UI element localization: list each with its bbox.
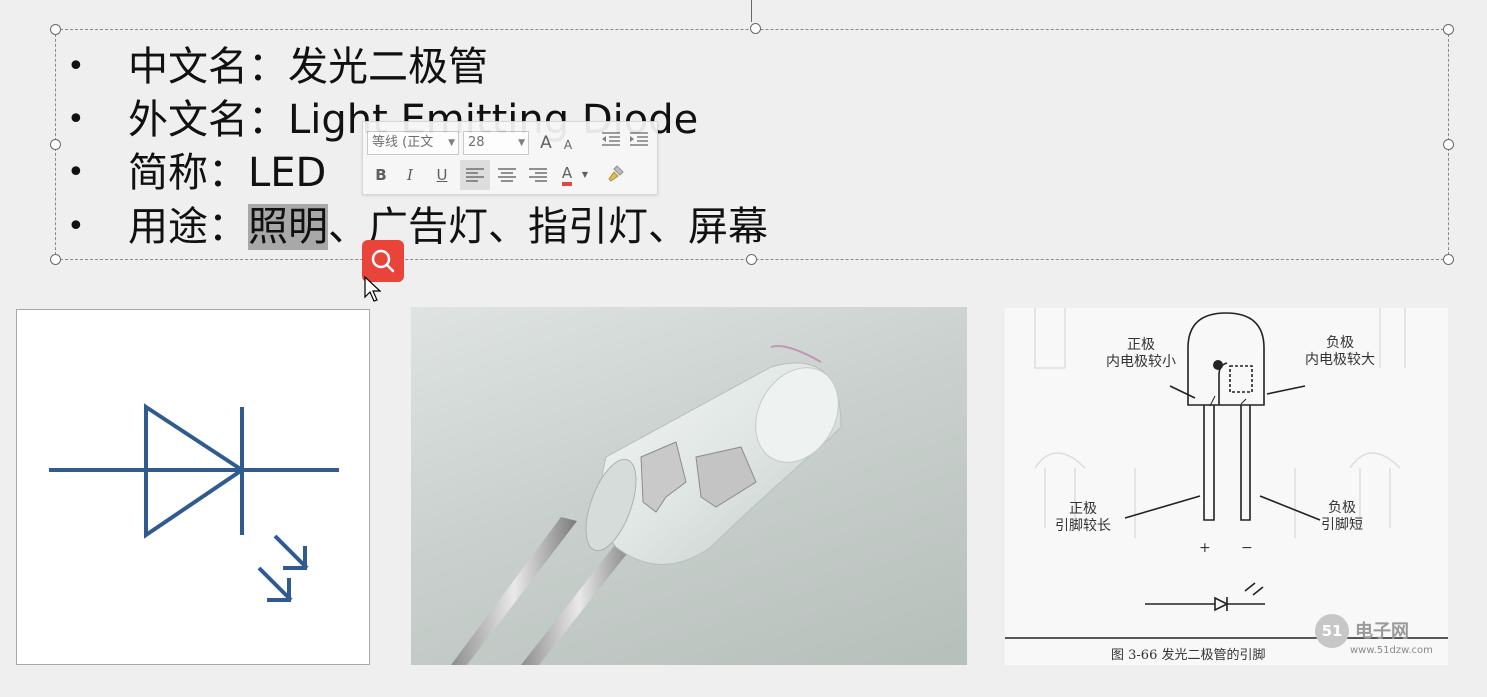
bold-button[interactable]: B	[370, 162, 392, 188]
selected-text-highlight[interactable]: 照明	[248, 204, 328, 250]
font-name-value: 等线 (正文	[372, 135, 434, 150]
bullet-marker: •	[67, 102, 85, 137]
grow-font-icon[interactable]: A	[535, 130, 557, 156]
led-pin-diagram-image[interactable]: 正极 内电极较小 负极 内电极较大 正极 引脚较长 负极 引脚短 + − 图 3-66 …	[1005, 308, 1448, 665]
resize-handle-right[interactable]	[1443, 139, 1454, 150]
led-symbol-icon	[49, 403, 339, 602]
chevron-down-icon: ▼	[518, 138, 525, 148]
led-photo-image[interactable]	[411, 307, 967, 665]
format-painter-icon[interactable]	[603, 160, 629, 186]
plus-sign: +	[1199, 540, 1211, 556]
resize-handle-bottom-left[interactable]	[50, 254, 61, 265]
shrink-font-icon[interactable]: A	[559, 132, 577, 158]
bullet-text: 用途：照明、广告灯、指引灯、屏幕	[128, 200, 768, 254]
cathode-label-top: 负极 内电极较大	[1305, 335, 1375, 368]
resize-handle-top[interactable]	[750, 23, 761, 34]
resize-handle-top-left[interactable]	[50, 24, 61, 35]
watermark-url: www.51dzw.com	[1350, 645, 1433, 656]
chevron-down-icon: ▼	[448, 138, 455, 148]
led-pin-diagram-icon	[1005, 308, 1448, 639]
bullet-marker: •	[67, 209, 85, 244]
font-name-dropdown[interactable]: 等线 (正文 ▼	[367, 131, 459, 155]
mouse-cursor-icon	[364, 276, 382, 302]
bullet-marker: •	[67, 155, 85, 190]
underline-button[interactable]: U	[431, 162, 453, 188]
chevron-down-icon[interactable]: ▼	[579, 162, 591, 188]
bullet-text: 简称：LED	[128, 150, 327, 196]
resize-handle-bottom-right[interactable]	[1443, 254, 1454, 265]
watermark-logo: 51	[1315, 614, 1349, 648]
font-size-dropdown[interactable]: 28 ▼	[463, 131, 529, 155]
watermark-text: 电子网	[1355, 621, 1409, 642]
selected-text-box[interactable]: • 中文名：发光二极管 • 外文名：Light Emitting Diode •…	[55, 29, 1449, 260]
align-left-icon[interactable]	[460, 160, 490, 190]
bullet-marker: •	[67, 49, 85, 84]
italic-button[interactable]: I	[399, 162, 421, 188]
decrease-indent-icon[interactable]	[599, 130, 623, 156]
resize-handle-top-right[interactable]	[1443, 24, 1454, 35]
figure-caption: 图 3-66 发光二极管的引脚	[1111, 648, 1266, 663]
increase-indent-icon[interactable]	[627, 130, 651, 156]
resize-handle-left[interactable]	[50, 139, 61, 150]
led-photo	[451, 345, 842, 665]
bullet-text: 中文名：发光二极管	[128, 44, 488, 90]
font-size-value: 28	[468, 135, 485, 150]
usage-label: 用途：	[128, 204, 248, 250]
led-symbol-image[interactable]	[16, 309, 370, 665]
align-right-icon[interactable]	[524, 160, 552, 190]
align-center-icon[interactable]	[493, 160, 521, 190]
cathode-label-bottom: 负极 引脚短	[1321, 500, 1363, 533]
minus-sign: −	[1241, 540, 1253, 556]
resize-handle-bottom[interactable]	[746, 254, 757, 265]
anode-label-bottom: 正极 引脚较长	[1055, 501, 1111, 534]
rotation-handle-line	[751, 0, 752, 22]
anode-label-top: 正极 内电极较小	[1106, 337, 1176, 370]
mini-toolbar: 等线 (正文 ▼ 28 ▼ A A B I U A ▼	[362, 121, 658, 195]
font-color-icon[interactable]: A	[556, 160, 578, 186]
